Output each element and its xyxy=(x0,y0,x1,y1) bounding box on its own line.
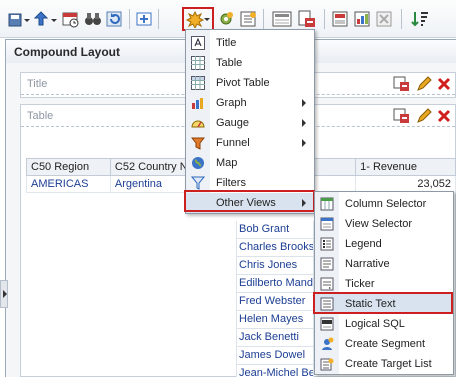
map-icon xyxy=(192,157,204,169)
narrative-icon xyxy=(320,257,334,271)
menu-item-view-selector[interactable]: View Selector xyxy=(315,214,453,234)
menu-item-create-target-list[interactable]: Create Target List xyxy=(315,354,453,374)
refresh-icon[interactable] xyxy=(106,9,124,29)
table-cell: 23,052 xyxy=(355,175,456,193)
menu-item-label: Narrative xyxy=(345,258,390,270)
list-item[interactable]: Jack Benetti xyxy=(236,329,314,347)
sort-icon[interactable] xyxy=(410,9,430,29)
menu-item-graph[interactable]: Graph xyxy=(186,93,314,113)
menu-item-funnel[interactable]: Funnel xyxy=(186,133,314,153)
link-icon[interactable] xyxy=(136,9,154,29)
chart-edit-icon[interactable] xyxy=(354,9,372,29)
menu-item-label: Legend xyxy=(345,238,382,250)
menu-item-label: View Selector xyxy=(345,218,413,230)
filter-icon xyxy=(191,176,205,190)
analysis-editor: Compound Layout Title Table C50 Region C… xyxy=(0,0,456,377)
menu-item-label: Column Selector xyxy=(345,198,427,210)
table-icon xyxy=(191,56,205,70)
menu-item-label: Create Segment xyxy=(345,338,426,350)
menu-item-narrative[interactable]: Narrative xyxy=(315,254,453,274)
calendar-icon[interactable] xyxy=(62,9,80,29)
clear-icon[interactable] xyxy=(376,9,394,29)
column-header[interactable]: C50 Region xyxy=(26,158,111,176)
menu-item-title[interactable]: Title xyxy=(186,33,314,53)
menu-item-legend[interactable]: Legend xyxy=(315,234,453,254)
binoculars-icon[interactable] xyxy=(84,9,102,29)
graph-icon xyxy=(192,98,203,109)
menu-item-create-segment[interactable]: Create Segment xyxy=(315,334,453,354)
menu-item-table[interactable]: Table xyxy=(186,53,314,73)
menu-item-logical-sql[interactable]: Logical SQL xyxy=(315,314,453,334)
properties-icon[interactable] xyxy=(240,9,258,29)
column-header[interactable]: 1- Revenue xyxy=(355,158,456,176)
view-properties-icon[interactable] xyxy=(393,76,411,92)
submenu-arrow-icon xyxy=(302,99,306,107)
menu-item-label: Title xyxy=(216,37,237,49)
menu-item-label: Table xyxy=(216,57,243,69)
list-item[interactable]: James Dowel xyxy=(236,347,314,365)
gauge-icon xyxy=(191,120,205,128)
remove-x-icon[interactable] xyxy=(437,109,451,123)
menu-item-ticker[interactable]: Ticker xyxy=(315,274,453,294)
list-item[interactable]: Edilberto Manda xyxy=(236,275,314,293)
list-item[interactable]: Charles Brooks xyxy=(236,239,314,257)
list-item[interactable]: Helen Mayes xyxy=(236,311,314,329)
pivot-table-icon xyxy=(191,76,205,90)
title-view-label: Title xyxy=(27,78,48,90)
menu-item-label: Pivot Table xyxy=(216,77,270,89)
view-properties-icon[interactable] xyxy=(393,108,411,124)
title-icon xyxy=(191,36,205,50)
table-view-label: Table xyxy=(27,110,54,122)
ticker-icon xyxy=(320,277,334,291)
view-selector-icon xyxy=(320,217,334,231)
other-views-submenu: Column Selector View Selector Legend Nar… xyxy=(314,191,454,375)
menu-item-map[interactable]: Map xyxy=(186,153,314,173)
other-views-highlight xyxy=(184,190,315,212)
remove-x-icon[interactable] xyxy=(437,77,451,91)
edit-pencil-icon[interactable] xyxy=(416,76,432,92)
menu-item-label: Logical SQL xyxy=(345,318,405,330)
menu-item-label: Gauge xyxy=(216,117,250,129)
layout-icon[interactable] xyxy=(272,9,292,29)
create-segment-icon xyxy=(322,337,334,350)
legend-icon xyxy=(320,237,334,251)
list-item[interactable]: Chris Jones xyxy=(236,257,314,275)
new-view-button-highlight xyxy=(182,7,214,31)
settings-icon[interactable] xyxy=(217,9,235,29)
column-selector-icon xyxy=(320,197,334,211)
static-text-highlight xyxy=(313,292,453,314)
print-icon[interactable] xyxy=(297,9,317,29)
table-cell[interactable]: AMERICAS xyxy=(26,175,111,193)
funnel-icon xyxy=(191,137,205,150)
compound-layout-title: Compound Layout xyxy=(14,45,120,59)
table-view-tools xyxy=(393,108,451,124)
list-item[interactable]: Fred Webster xyxy=(236,293,314,311)
list-item[interactable]: Bob Grant xyxy=(236,221,314,239)
logical-sql-icon xyxy=(320,317,334,331)
menu-item-label: Ticker xyxy=(345,278,375,290)
menu-item-label: Filters xyxy=(216,177,246,189)
export-icon[interactable] xyxy=(34,9,58,29)
save-icon[interactable] xyxy=(8,9,30,29)
create-target-list-icon xyxy=(320,358,334,371)
menu-item-label: Funnel xyxy=(216,137,250,149)
list-item[interactable]: Jean-Michel Bea xyxy=(236,365,314,377)
menu-item-gauge[interactable]: Gauge xyxy=(186,113,314,133)
submenu-arrow-icon xyxy=(302,139,306,147)
edit-pencil-icon[interactable] xyxy=(416,108,432,124)
menu-item-column-selector[interactable]: Column Selector xyxy=(315,194,453,214)
submenu-arrow-icon xyxy=(302,119,306,127)
presentation-icon[interactable] xyxy=(332,9,350,29)
menu-item-label: Graph xyxy=(216,97,247,109)
title-view-tools xyxy=(393,76,451,92)
menu-item-label: Map xyxy=(216,157,238,169)
menu-item-label: Create Target List xyxy=(345,358,432,370)
new-view-menu: Title Table Pivot Table Graph Gauge Funn… xyxy=(185,29,315,214)
menu-item-pivot-table[interactable]: Pivot Table xyxy=(186,73,314,93)
collapse-handle-icon[interactable] xyxy=(0,280,8,308)
